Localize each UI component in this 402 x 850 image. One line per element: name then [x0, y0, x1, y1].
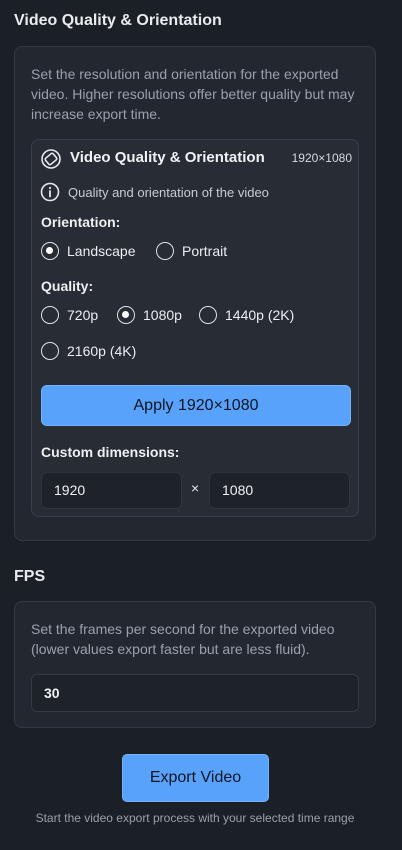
- radio-label: Portrait: [182, 243, 228, 259]
- apply-resolution-button[interactable]: Apply 1920×1080: [41, 385, 351, 426]
- quality-panel: Set the resolution and orientation for t…: [14, 46, 376, 541]
- quality-section-title: Video Quality & Orientation: [14, 12, 222, 29]
- radio-label: 2160p (4K): [67, 343, 137, 359]
- custom-dimensions-label: Custom dimensions:: [41, 444, 180, 460]
- aspect-ratio-icon: [40, 148, 62, 170]
- fps-input[interactable]: 30: [31, 674, 359, 712]
- height-input[interactable]: 1080: [209, 472, 350, 509]
- export-caption: Start the video export process with your…: [35, 811, 355, 825]
- radio-label: 1440p (2K): [225, 307, 295, 323]
- info-icon: [40, 182, 60, 202]
- times-symbol: ×: [191, 480, 200, 496]
- fps-panel: Set the frames per second for the export…: [14, 601, 376, 728]
- quality-description: Set the resolution and orientation for t…: [31, 66, 355, 122]
- radio-dot[interactable]: [199, 306, 217, 324]
- export-video-button[interactable]: Export Video: [122, 754, 269, 802]
- radio-dot[interactable]: [117, 306, 135, 324]
- radio-dot[interactable]: [156, 242, 174, 260]
- width-input[interactable]: 1920: [41, 472, 182, 509]
- fps-description: Set the frames per second for the export…: [31, 621, 335, 657]
- radio-label: 720p: [67, 307, 99, 323]
- card-title: Video Quality & Orientation: [70, 149, 265, 166]
- radio-label: Landscape: [67, 243, 136, 259]
- quality-label: Quality:: [41, 278, 94, 294]
- info-text: Quality and orientation of the video: [68, 185, 269, 200]
- resolution-badge: 1920×1080: [291, 151, 352, 165]
- quality-card: Video Quality & Orientation 1920×1080 Qu…: [31, 139, 359, 517]
- orientation-label: Orientation:: [41, 214, 121, 230]
- radio-label: 1080p: [143, 307, 182, 323]
- radio-dot[interactable]: [41, 342, 59, 360]
- radio-dot[interactable]: [41, 242, 59, 260]
- radio-dot[interactable]: [41, 306, 59, 324]
- fps-section-title: FPS: [14, 568, 46, 585]
- card-header: Video Quality & Orientation 1920×1080: [40, 148, 352, 170]
